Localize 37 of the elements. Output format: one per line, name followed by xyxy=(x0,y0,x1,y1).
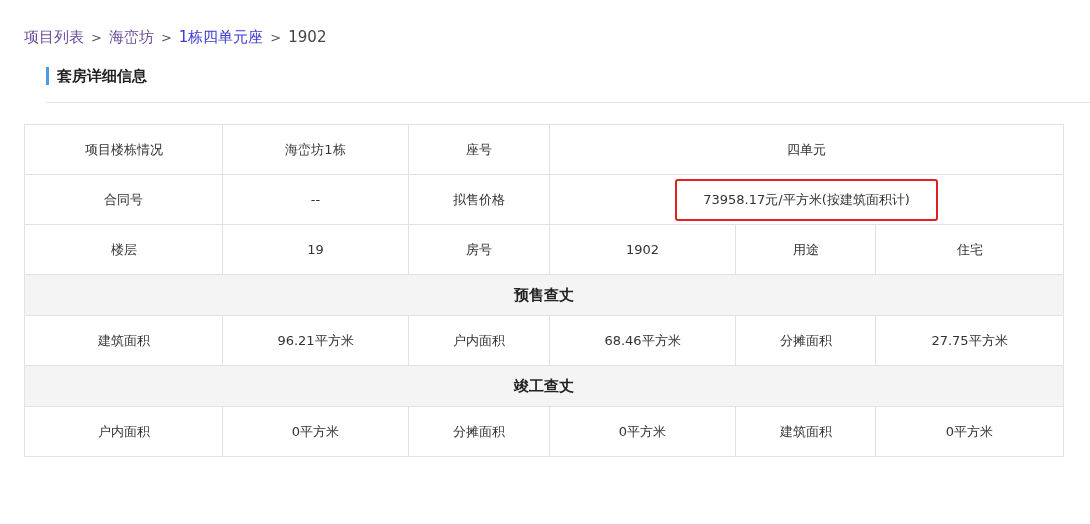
breadcrumb-link[interactable]: 海峦坊 xyxy=(108,27,154,47)
table-cell: 27.75平方米 xyxy=(875,315,1064,366)
table-cell: -- xyxy=(222,174,409,225)
table-cell: 0平方米 xyxy=(549,406,736,457)
table-cell: 四单元 xyxy=(549,124,1064,175)
table-cell: 海峦坊1栋 xyxy=(222,124,409,175)
table-cell: 户内面积 xyxy=(24,406,223,457)
table-cell: 合同号 xyxy=(24,174,223,225)
table-cell: 建筑面积 xyxy=(735,406,876,457)
breadcrumb-link[interactable]: 项目列表 xyxy=(24,27,84,47)
table-cell: 户内面积 xyxy=(408,315,550,366)
table-cell: 项目楼栋情况 xyxy=(24,124,223,175)
table-cell: 19 xyxy=(222,224,409,275)
table-cell: 0平方米 xyxy=(875,406,1064,457)
table-cell: 96.21平方米 xyxy=(222,315,409,366)
table-cell: 拟售价格 xyxy=(408,174,550,225)
table-cell: 68.46平方米 xyxy=(549,315,736,366)
table-cell: 0平方米 xyxy=(222,406,409,457)
table-cell: 房号 xyxy=(408,224,550,275)
table-cell: 建筑面积 xyxy=(24,315,223,366)
table-cell: 住宅 xyxy=(875,224,1064,275)
breadcrumb-separator: > xyxy=(91,29,102,45)
breadcrumb-current: 1902 xyxy=(288,28,327,46)
table-cell: 分摊面积 xyxy=(408,406,550,457)
breadcrumb-link[interactable]: 1栋四单元座 xyxy=(178,27,264,47)
breadcrumb-separator: > xyxy=(160,29,172,45)
accent-bar xyxy=(46,67,49,85)
section-title: 套房详细信息 xyxy=(57,66,147,86)
table-cell: 1902 xyxy=(549,224,736,275)
table-cell: 分摊面积 xyxy=(735,315,876,366)
table-cell: 座号 xyxy=(408,124,550,175)
section-heading: 预售查丈 xyxy=(24,274,1064,316)
highlighted-price: 73958.17元/平方米(按建筑面积计) xyxy=(675,178,938,221)
table-cell: 楼层 xyxy=(24,224,223,275)
breadcrumb-separator: > xyxy=(270,29,282,45)
table-cell: 用途 xyxy=(735,224,876,275)
section-heading: 竣工查丈 xyxy=(24,365,1064,407)
